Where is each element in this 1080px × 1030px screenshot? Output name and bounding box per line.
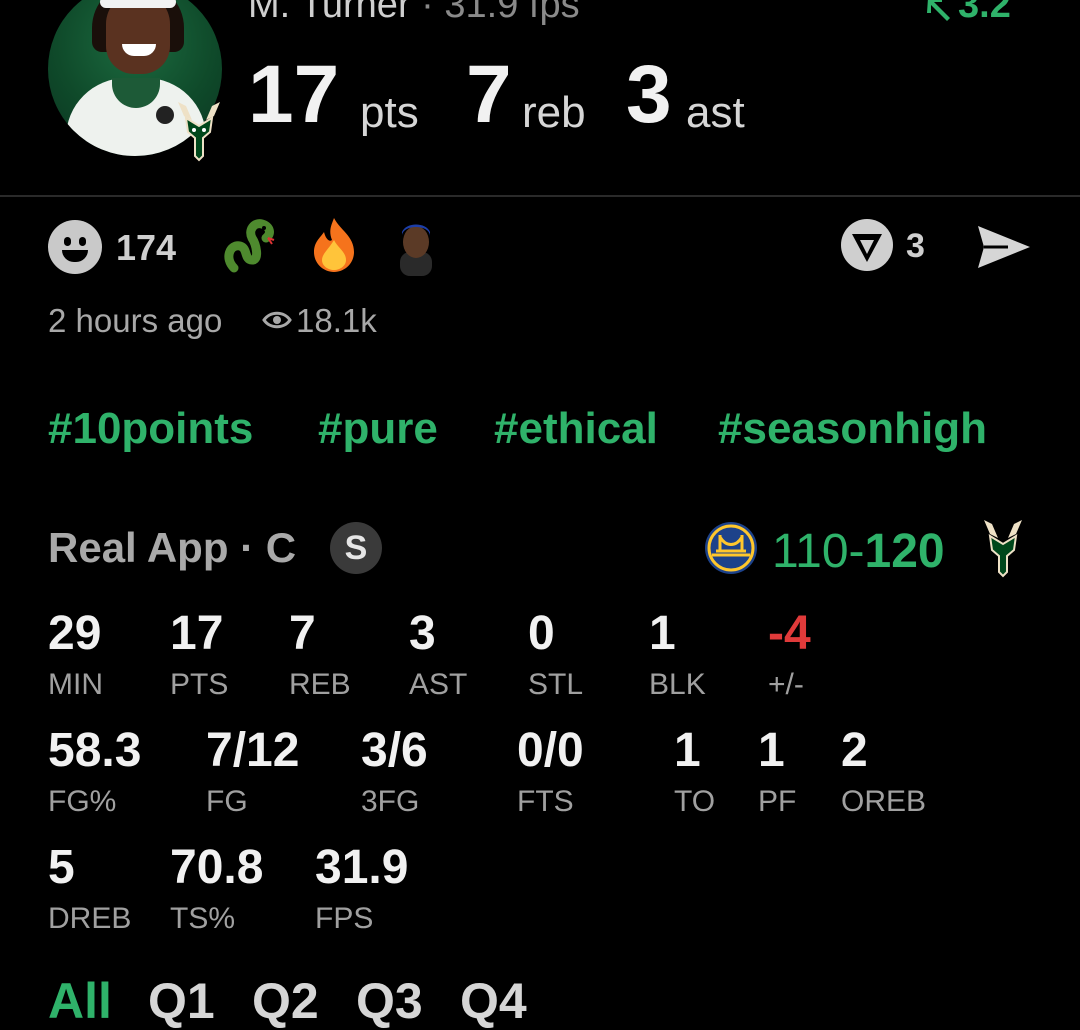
header-pts-value: 17 bbox=[248, 49, 340, 140]
stat-value: 7 bbox=[289, 607, 316, 660]
stat-label: AST bbox=[409, 668, 468, 701]
header-ast-value: 3 bbox=[626, 49, 672, 140]
fire-emoji-icon[interactable] bbox=[306, 216, 362, 274]
stat-value: 1 bbox=[758, 724, 785, 777]
tab-q1[interactable]: Q1 bbox=[148, 972, 215, 1030]
stat-label: FPS bbox=[315, 902, 374, 935]
reaction-count: 174 bbox=[116, 227, 177, 268]
bucks-logo-icon[interactable] bbox=[980, 518, 1026, 578]
vote-icon[interactable] bbox=[840, 218, 894, 272]
header-divider bbox=[0, 195, 1080, 197]
stat-value: 2 bbox=[841, 724, 868, 777]
stat-label: 3FG bbox=[361, 785, 420, 818]
player-info-line: M. Turner · 31.9 fps bbox=[248, 0, 580, 27]
stat-value: 3/6 bbox=[361, 724, 428, 777]
tab-q3[interactable]: Q3 bbox=[356, 972, 423, 1030]
hashtag[interactable]: #pure bbox=[318, 404, 438, 454]
game-score[interactable]: 110-120 bbox=[772, 524, 945, 579]
stat-label: PF bbox=[758, 785, 797, 818]
stat-value: 7/12 bbox=[206, 724, 300, 777]
stat-value: 17 bbox=[170, 607, 224, 660]
tab-all[interactable]: All bbox=[48, 972, 112, 1030]
stat-value: 1 bbox=[649, 607, 676, 660]
vote-count: 3 bbox=[906, 227, 925, 265]
stat-value: 0/0 bbox=[517, 724, 584, 777]
stat-label: STL bbox=[528, 668, 584, 701]
stat-value: 1 bbox=[674, 724, 701, 777]
stat-value: 29 bbox=[48, 607, 102, 660]
eye-icon bbox=[262, 312, 292, 329]
stat-value-plus-minus: -4 bbox=[768, 607, 811, 660]
warriors-logo-icon[interactable] bbox=[704, 521, 758, 575]
person-emoji-icon[interactable] bbox=[396, 218, 436, 276]
stat-value: 3 bbox=[409, 607, 436, 660]
delta-value: 3.2 bbox=[958, 0, 1011, 26]
header-reb-unit: reb bbox=[522, 88, 586, 137]
smiley-eye bbox=[79, 237, 86, 246]
stat-label: PTS bbox=[170, 668, 229, 701]
fps-text: 31.9 fps bbox=[444, 0, 580, 26]
share-icon[interactable] bbox=[974, 222, 1034, 272]
hashtag[interactable]: #seasonhigh bbox=[718, 404, 987, 454]
bucks-logo-icon bbox=[178, 102, 220, 162]
score-home: 120 bbox=[864, 525, 945, 578]
hashtag[interactable]: #10points bbox=[48, 404, 253, 454]
stat-label: OREB bbox=[841, 785, 927, 818]
stat-source: Real App · C bbox=[48, 524, 297, 571]
view-count: 18.1k bbox=[262, 302, 377, 340]
snake-emoji-icon[interactable] bbox=[222, 218, 278, 274]
stat-value: 5 bbox=[48, 841, 75, 894]
view-count-value: 18.1k bbox=[296, 302, 377, 339]
avatar-face bbox=[106, 0, 170, 74]
stat-label: FG bbox=[206, 785, 248, 818]
fps-delta: 3.2 bbox=[922, 0, 1011, 27]
post-time: 2 hours ago bbox=[48, 302, 223, 339]
separator-dot: · bbox=[421, 0, 434, 26]
stat-value: 70.8 bbox=[170, 841, 264, 894]
score-away: 110 bbox=[772, 525, 849, 578]
avatar-headband bbox=[100, 0, 176, 8]
hashtag[interactable]: #ethical bbox=[494, 404, 658, 454]
stat-label: FG% bbox=[48, 785, 117, 818]
stat-label: FTS bbox=[517, 785, 574, 818]
smiley-mouth bbox=[62, 250, 88, 262]
stat-label: MIN bbox=[48, 668, 103, 701]
smiley-eye bbox=[64, 237, 71, 246]
stat-value: 31.9 bbox=[315, 841, 409, 894]
stat-label: DREB bbox=[48, 902, 132, 935]
header-ast-unit: ast bbox=[686, 88, 745, 137]
tab-q2[interactable]: Q2 bbox=[252, 972, 319, 1030]
stat-label: TS% bbox=[170, 902, 236, 935]
player-name[interactable]: M. Turner bbox=[248, 0, 411, 26]
header-pts-unit: pts bbox=[360, 88, 419, 137]
stat-label: REB bbox=[289, 668, 351, 701]
trend-arrow-icon bbox=[927, 0, 950, 21]
stat-label: BLK bbox=[649, 668, 706, 701]
header-reb-value: 7 bbox=[466, 49, 512, 140]
smiley-icon[interactable] bbox=[48, 220, 102, 274]
stat-label: +/- bbox=[768, 668, 804, 701]
score-dash: - bbox=[848, 525, 865, 578]
stat-value: 0 bbox=[528, 607, 555, 660]
stat-label: TO bbox=[674, 785, 716, 818]
source-badge: S bbox=[330, 522, 382, 574]
stat-value: 58.3 bbox=[48, 724, 142, 777]
tab-q4[interactable]: Q4 bbox=[460, 972, 527, 1030]
